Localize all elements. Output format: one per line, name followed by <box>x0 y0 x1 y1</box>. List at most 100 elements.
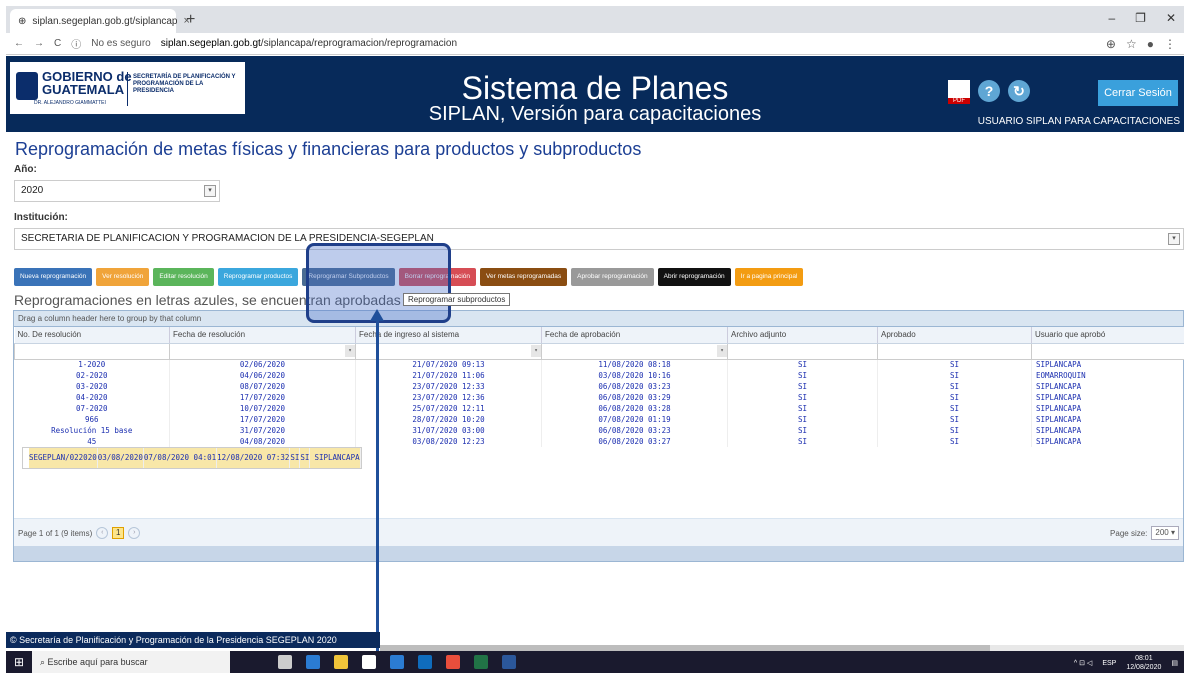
pager: Page 1 of 1 (9 items) ‹ 1 › Page size: 2… <box>14 518 1183 546</box>
notification-icon[interactable]: ▤ <box>1171 659 1178 667</box>
file-explorer-icon[interactable] <box>334 655 348 669</box>
table-row[interactable]: 07-2020 10/07/2020 25/07/2020 12:11 06/08/2… <box>14 403 1184 414</box>
year-select[interactable]: 2020 ▾ <box>14 180 220 202</box>
column-header[interactable]: Usuario que aprobó <box>1031 327 1184 344</box>
table-row[interactable]: 03-2020 08/07/2020 23/07/2020 12:33 06/08/2… <box>14 381 1184 392</box>
column-header[interactable]: Archivo adjunto <box>727 327 878 344</box>
table-row[interactable]: 45 04/08/2020 03/08/2020 12:23 06/08/2020 0… <box>14 436 1184 447</box>
table-cell: SIPLANCAPA <box>309 448 361 468</box>
filter-input[interactable]: ▾ <box>541 342 728 360</box>
excel-icon[interactable] <box>474 655 488 669</box>
language-indicator[interactable]: ESP <box>1102 660 1116 667</box>
table-row[interactable]: Resolución 15 base 31/07/2020 31/07/2020 0… <box>14 425 1184 436</box>
account-icon[interactable]: ● <box>1147 37 1154 51</box>
mail-icon[interactable] <box>390 655 404 669</box>
year-value: 2020 <box>21 185 44 196</box>
browser-tab[interactable]: ⊕ siplan.segeplan.gob.gt/siplancap × <box>10 9 190 33</box>
back-icon[interactable]: ← <box>14 38 24 49</box>
approve-reprogramming-button[interactable]: Aprobar reprogramación <box>571 268 654 286</box>
taskbar-search-input[interactable]: ⌕ Escribe aquí para buscar <box>32 651 230 673</box>
windows-start-icon[interactable]: ⊞ <box>6 651 32 673</box>
table-row[interactable]: 1-2020 02/06/2020 21/07/2020 09:13 11/08/20… <box>14 359 1184 370</box>
star-icon[interactable]: ☆ <box>1126 37 1137 51</box>
table-cell: 06/08/2020 03:23 <box>541 425 728 436</box>
page-footer: © Secretaría de Planificación y Programa… <box>6 632 380 648</box>
zoom-icon[interactable]: ⊕ <box>1106 37 1116 51</box>
minimize-icon[interactable]: – <box>1108 11 1115 25</box>
task-view-icon[interactable] <box>278 655 292 669</box>
word-icon[interactable] <box>502 655 516 669</box>
view-reprogrammed-goals-button[interactable]: Ver metas reprogramadas <box>480 268 568 286</box>
url-path: /siplancapa/reprogramacion/reprogramacio… <box>260 38 458 49</box>
pdf-icon[interactable] <box>948 80 970 104</box>
info-icon[interactable]: ⓘ <box>71 36 81 51</box>
table-cell: SI <box>727 403 878 414</box>
group-panel[interactable]: Drag a column header here to group by th… <box>14 311 1183 327</box>
restore-icon[interactable]: ❐ <box>1135 11 1146 25</box>
column-header[interactable]: Fecha de resolución <box>169 327 356 344</box>
filter-input[interactable] <box>877 342 1032 360</box>
table-row[interactable]: 966 17/07/2020 28/07/2020 10:20 07/08/2020 … <box>14 414 1184 425</box>
pager-summary: Page 1 of 1 (9 items) <box>18 528 93 538</box>
table-row[interactable]: SEGEPLAN/022020 03/08/2020 07/08/2020 04:0… <box>22 447 362 469</box>
table-row[interactable]: 04-2020 17/07/2020 23/07/2020 12:36 06/08/2… <box>14 392 1184 403</box>
logout-button[interactable]: Cerrar Sesión <box>1098 80 1178 106</box>
table-cell: SIPLANCAPA <box>1031 359 1184 370</box>
page-size-value: 200 <box>1155 528 1169 537</box>
table-cell: EOMARROQUIN <box>1031 370 1184 381</box>
page-size-select[interactable]: 200 ▾ <box>1151 526 1179 540</box>
forward-icon[interactable]: → <box>34 38 44 49</box>
column-header[interactable]: Aprobado <box>877 327 1032 344</box>
filter-dropdown-icon[interactable]: ▾ <box>531 344 541 357</box>
table-cell: SIPLANCAPA <box>1031 414 1184 425</box>
table-cell: 45 <box>14 436 170 447</box>
filter-input[interactable] <box>14 342 170 360</box>
dropdown-icon[interactable]: ▾ <box>1168 233 1180 245</box>
filter-input[interactable] <box>1031 342 1184 360</box>
table-cell: SI <box>727 436 878 447</box>
open-reprogramming-button[interactable]: Abrir reprogramación <box>657 268 731 286</box>
new-tab-icon[interactable]: + <box>186 11 195 29</box>
reprogram-products-button[interactable]: Reprogramar productos <box>217 268 299 286</box>
filter-dropdown-icon[interactable]: ▾ <box>717 344 727 357</box>
store-icon[interactable] <box>362 655 376 669</box>
prev-page-icon[interactable]: ‹ <box>96 527 109 539</box>
next-page-icon[interactable]: › <box>128 527 141 539</box>
column-header[interactable]: Fecha de aprobación <box>541 327 728 344</box>
table-cell: 23/07/2020 12:36 <box>355 392 542 403</box>
outlook-icon[interactable] <box>418 655 432 669</box>
column-header[interactable]: No. De resolución <box>14 327 170 344</box>
institution-select[interactable]: SECRETARIA DE PLANIFICACION Y PROGRAMACI… <box>14 228 1184 250</box>
edit-resolution-button[interactable]: Editar resolución <box>153 268 214 286</box>
current-page-button[interactable]: 1 <box>112 527 125 539</box>
browser-window: ⊕ siplan.segeplan.gob.gt/siplancap × + –… <box>6 6 1184 673</box>
table-cell: SI <box>877 403 1032 414</box>
table-cell: 02-2020 <box>14 370 170 381</box>
dropdown-icon[interactable]: ▾ <box>204 185 216 197</box>
menu-icon[interactable]: ⋮ <box>1164 37 1176 51</box>
filter-input[interactable]: ▾ <box>169 342 356 360</box>
table-row[interactable]: 02-2020 04/06/2020 21/07/2020 11:06 03/08/2… <box>14 370 1184 381</box>
close-window-icon[interactable]: ✕ <box>1166 11 1176 25</box>
url-input[interactable]: siplan.segeplan.gob.gt/siplancapa/reprog… <box>161 38 457 49</box>
filter-input[interactable] <box>727 342 878 360</box>
tray-icons[interactable]: ^ ⊡ ◁ <box>1074 659 1092 667</box>
main-page-button[interactable]: Ir a pagina principal <box>734 268 804 286</box>
reload-icon[interactable]: C <box>54 38 61 49</box>
clock[interactable]: 08:01 12/08/2020 <box>1126 654 1161 672</box>
table-cell: SIPLANCAPA <box>1031 381 1184 392</box>
edge-icon[interactable] <box>306 655 320 669</box>
view-resolution-button[interactable]: Ver resolución <box>96 268 150 286</box>
refresh-icon[interactable]: ↻ <box>1008 80 1030 102</box>
filter-input[interactable]: ▾ <box>355 342 542 360</box>
filter-dropdown-icon[interactable]: ▾ <box>345 344 355 357</box>
table-cell: 17/07/2020 <box>169 414 356 425</box>
table-cell: 966 <box>14 414 170 425</box>
table-cell: 07-2020 <box>14 403 170 414</box>
chrome-icon[interactable] <box>446 655 460 669</box>
url-domain: siplan.segeplan.gob.gt <box>160 38 261 49</box>
help-icon[interactable]: ? <box>978 80 1000 102</box>
new-reprogramming-button[interactable]: Nueva reprogramación <box>14 268 93 286</box>
window-controls: – ❐ ✕ <box>1108 11 1176 25</box>
column-header[interactable]: Fecha de ingreso al sistema <box>355 327 542 344</box>
